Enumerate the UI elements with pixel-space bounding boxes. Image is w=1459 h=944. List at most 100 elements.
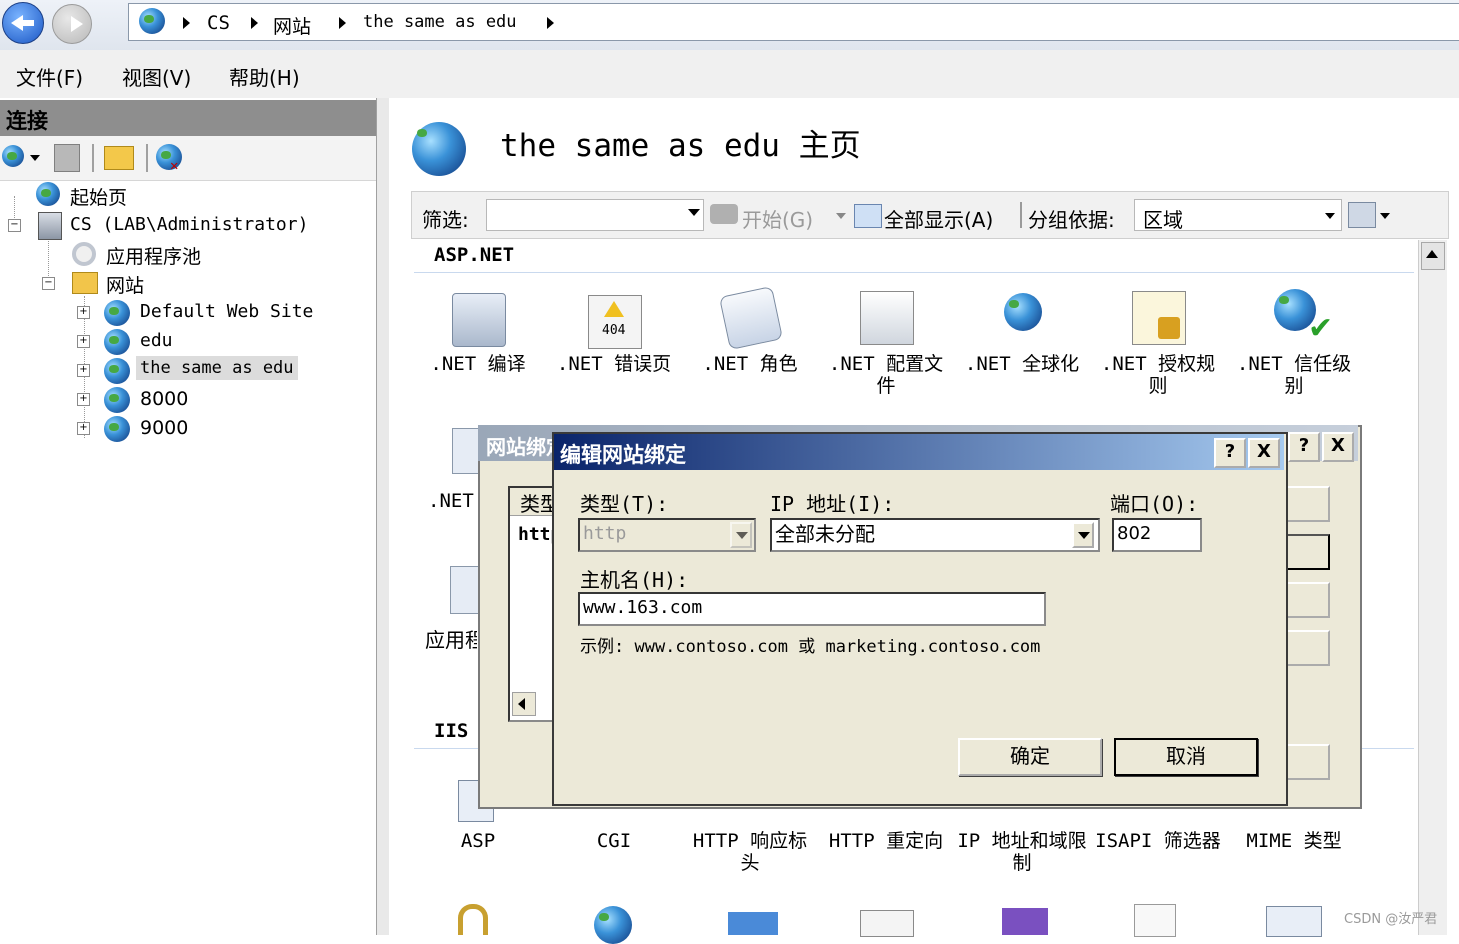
add-binding-button[interactable] bbox=[1286, 486, 1330, 522]
ip-select[interactable]: 全部未分配 bbox=[770, 518, 1100, 552]
tree-item-site[interactable]: 8000 bbox=[140, 388, 188, 410]
feature-dotnet-error-pages[interactable]: 404 .NET 错误页 bbox=[548, 285, 682, 405]
expand-icon[interactable]: + bbox=[77, 335, 90, 348]
page-title: the same as edu 主页 bbox=[500, 128, 861, 164]
host-label: 主机名(H): bbox=[580, 568, 689, 592]
pane-splitter[interactable] bbox=[376, 98, 390, 935]
start-page-icon bbox=[36, 182, 60, 206]
tree-item-site-selected[interactable]: the same as edu bbox=[136, 356, 298, 380]
help-button[interactable]: ? bbox=[1214, 438, 1246, 468]
expand-icon[interactable]: + bbox=[77, 393, 90, 406]
breadcrumb-arrow-icon bbox=[183, 17, 190, 29]
filter-dropdown-button[interactable] bbox=[684, 201, 702, 227]
ip-dropdown-button[interactable] bbox=[1072, 522, 1094, 548]
tree-item-app-pools[interactable]: 应用程序池 bbox=[106, 242, 201, 269]
type-dropdown-button[interactable] bbox=[730, 522, 752, 548]
feature-dotnet-globalization[interactable]: .NET 全球化 bbox=[956, 285, 1090, 405]
menu-help[interactable]: 帮助(H) bbox=[229, 62, 300, 91]
type-label: 类型(T): bbox=[580, 492, 669, 516]
close-button[interactable]: X bbox=[1248, 438, 1280, 468]
tree-item-start-page[interactable]: 起始页 bbox=[70, 183, 127, 210]
partial-feature-label: .NET bbox=[428, 490, 474, 512]
tree-item-site[interactable]: Default Web Site bbox=[140, 301, 313, 322]
type-value: http bbox=[583, 523, 627, 544]
site-globe-icon bbox=[104, 416, 130, 442]
feature-label: HTTP 重定向 bbox=[828, 830, 944, 852]
help-button[interactable]: ? bbox=[1288, 432, 1320, 462]
feature-dotnet-compile[interactable]: .NET 编译 bbox=[412, 285, 546, 405]
menu-file[interactable]: 文件(F) bbox=[16, 62, 83, 91]
feature-label: CGI bbox=[596, 830, 632, 852]
roles-icon bbox=[718, 285, 784, 351]
connections-header: 连接 bbox=[0, 100, 376, 136]
collapse-icon[interactable]: − bbox=[42, 277, 55, 290]
watermark: CSDN @汝严君 bbox=[1344, 912, 1438, 927]
tree-item-sites[interactable]: 网站 bbox=[106, 271, 144, 298]
feature-dotnet-roles[interactable]: .NET 角色 bbox=[684, 285, 818, 405]
back-button[interactable] bbox=[2, 2, 44, 44]
lock-icon bbox=[1158, 317, 1180, 339]
save-icon[interactable] bbox=[54, 144, 80, 172]
folder-up-icon[interactable] bbox=[104, 146, 134, 170]
host-value: www.163.com bbox=[583, 597, 703, 618]
start-filter-button[interactable]: 开始(G) bbox=[742, 204, 813, 233]
dropdown-arrow-icon[interactable] bbox=[1380, 213, 1390, 219]
filter-input[interactable] bbox=[486, 199, 704, 231]
expand-icon[interactable]: + bbox=[77, 422, 90, 435]
host-input[interactable]: www.163.com bbox=[578, 592, 1046, 626]
ok-button[interactable]: 确定 bbox=[958, 738, 1102, 776]
group-by-select[interactable]: 区域 bbox=[1134, 199, 1342, 232]
connections-toolbar: ✕ bbox=[0, 136, 376, 181]
vertical-scrollbar[interactable] bbox=[1418, 240, 1447, 935]
breadcrumb-arrow-icon bbox=[339, 17, 346, 29]
ip-value: 全部未分配 bbox=[775, 522, 875, 546]
host-example: 示例: www.contoso.com 或 marketing.contoso.… bbox=[580, 637, 1041, 657]
error-badge: 404 bbox=[602, 323, 626, 338]
partial-feature-icon bbox=[452, 428, 480, 474]
close-bindings-button[interactable] bbox=[1286, 744, 1330, 780]
view-mode-icon[interactable] bbox=[1348, 202, 1376, 228]
show-all-button[interactable]: 全部显示(A) bbox=[884, 204, 993, 233]
feature-label: .NET 全球化 bbox=[964, 353, 1080, 375]
cancel-button[interactable]: 取消 bbox=[1114, 738, 1258, 776]
group-header-aspnet[interactable]: ASP.NET bbox=[434, 244, 514, 266]
collapse-icon[interactable]: − bbox=[8, 219, 21, 232]
breadcrumb-item[interactable]: 网站 bbox=[273, 12, 311, 39]
remove-binding-button[interactable] bbox=[1286, 582, 1330, 618]
port-value: 802 bbox=[1117, 523, 1152, 544]
port-label: 端口(O): bbox=[1110, 492, 1199, 516]
arrow-icon bbox=[728, 912, 778, 935]
dropdown-arrow-icon[interactable] bbox=[30, 155, 40, 161]
breadcrumb-arrow-icon bbox=[251, 17, 258, 29]
breadcrumb-item[interactable]: CS bbox=[207, 12, 230, 34]
dropdown-arrow-icon[interactable] bbox=[836, 213, 846, 219]
feature-dotnet-authorization[interactable]: .NET 授权规则 bbox=[1092, 285, 1226, 405]
profile-icon bbox=[860, 291, 914, 345]
group-by-label: 分组依据: bbox=[1028, 208, 1115, 232]
separator bbox=[92, 144, 94, 172]
bindings-column-type[interactable]: 类型 bbox=[510, 488, 558, 516]
port-input[interactable]: 802 bbox=[1112, 518, 1202, 552]
feature-label: .NET 信任级别 bbox=[1236, 353, 1352, 397]
browse-binding-button[interactable] bbox=[1286, 630, 1330, 666]
group-header-iis[interactable]: IIS bbox=[434, 720, 468, 742]
feature-dotnet-trust-levels[interactable]: ✔ .NET 信任级别 bbox=[1228, 285, 1362, 405]
feature-dotnet-profile[interactable]: .NET 配置文件 bbox=[820, 285, 954, 405]
connect-icon[interactable] bbox=[2, 145, 24, 167]
edit-binding-button[interactable] bbox=[1286, 534, 1330, 570]
expand-icon[interactable]: + bbox=[77, 364, 90, 377]
back-arrow-shaft bbox=[22, 20, 34, 26]
forward-arrow-icon bbox=[71, 16, 83, 32]
forward-button[interactable] bbox=[52, 4, 92, 44]
feature-label: .NET 授权规则 bbox=[1100, 353, 1216, 397]
menu-view[interactable]: 视图(V) bbox=[122, 62, 191, 91]
tree-item-site[interactable]: edu bbox=[140, 330, 173, 351]
address-box[interactable]: CS 网站 the same as edu bbox=[128, 3, 1459, 41]
tree-item-site[interactable]: 9000 bbox=[140, 417, 188, 439]
breadcrumb-item[interactable]: the same as edu bbox=[363, 12, 517, 32]
site-globe-icon bbox=[104, 329, 130, 355]
tree-item-server[interactable]: CS (LAB\Administrator) bbox=[70, 214, 308, 235]
expand-icon[interactable]: + bbox=[77, 306, 90, 319]
globalization-icon bbox=[1004, 293, 1042, 331]
close-button[interactable]: X bbox=[1322, 432, 1354, 462]
